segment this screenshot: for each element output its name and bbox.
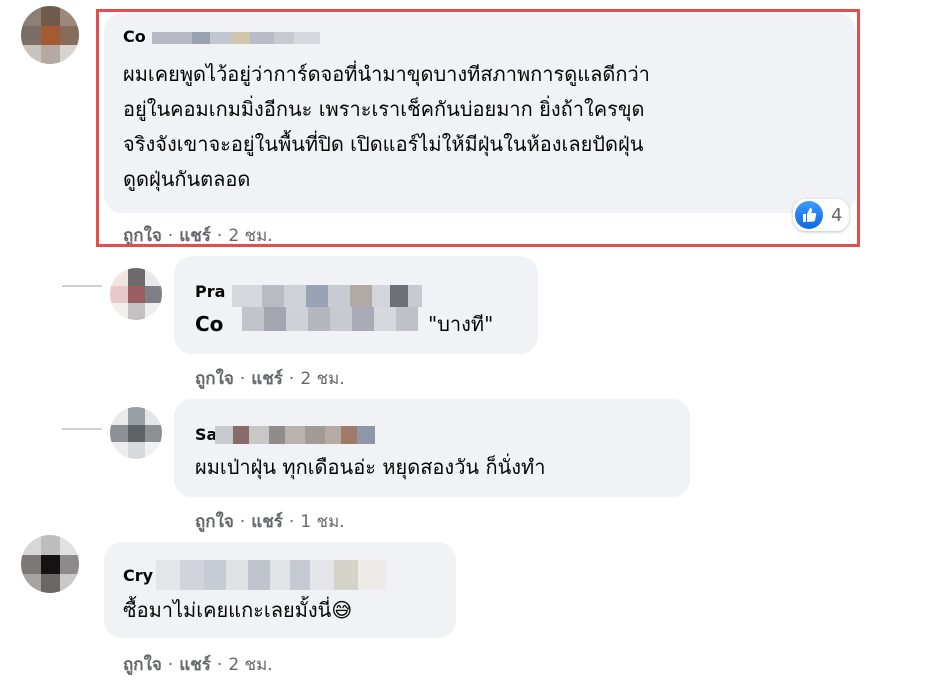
avatar-pixel xyxy=(128,407,145,425)
comment-author[interactable]: Pra xyxy=(195,282,225,301)
thread-line xyxy=(62,285,102,287)
avatar-pixel xyxy=(60,535,79,555)
avatar[interactable] xyxy=(110,407,162,459)
avatar-pixel xyxy=(128,425,145,442)
avatar-pixel xyxy=(41,45,60,64)
comment-author[interactable]: Sa xyxy=(195,425,217,444)
avatar[interactable] xyxy=(21,535,79,593)
avatar-pixel xyxy=(145,425,162,442)
separator-dot: · xyxy=(239,369,246,389)
avatar-pixel xyxy=(41,26,60,45)
avatar-pixel xyxy=(41,555,60,574)
avatar-pixel xyxy=(128,286,145,303)
avatar[interactable] xyxy=(21,6,79,64)
avatar-pixel xyxy=(21,6,41,26)
avatar-pixel xyxy=(60,555,79,574)
avatar-pixel xyxy=(21,555,41,574)
share-button[interactable]: แชร์ xyxy=(179,655,211,675)
avatar-pixel xyxy=(145,268,162,286)
avatar[interactable] xyxy=(110,268,162,320)
blurred-name xyxy=(232,285,422,337)
avatar-pixel xyxy=(128,303,145,320)
comment-text: ผมเป่าฝุ่น ทุกเดือนอ่ะ หยุดสองวัน ก็นั่ง… xyxy=(195,455,546,479)
avatar-pixel xyxy=(21,45,41,64)
avatar-pixel xyxy=(110,303,128,320)
avatar-pixel xyxy=(110,425,128,442)
comment-actions: ถูกใจ · แชร์ · 1 ชม. xyxy=(195,508,345,535)
avatar-pixel xyxy=(128,442,145,459)
avatar-pixel xyxy=(60,574,79,593)
separator-dot: · xyxy=(216,655,223,675)
separator-dot: · xyxy=(288,369,295,389)
comment-author[interactable]: Cry xyxy=(123,566,153,585)
avatar-pixel xyxy=(21,26,41,45)
comment-text: ซื้อมาไม่เคยแกะเลยมั้งนี่😅 xyxy=(123,593,352,628)
share-button[interactable]: แชร์ xyxy=(251,512,283,532)
highlight-box xyxy=(96,9,860,247)
avatar-pixel xyxy=(145,407,162,425)
comment-actions: ถูกใจ · แชร์ · 2 ชม. xyxy=(123,651,273,678)
like-button[interactable]: ถูกใจ xyxy=(123,655,162,675)
avatar-pixel xyxy=(21,574,41,593)
avatar-pixel xyxy=(128,268,145,286)
blurred-name xyxy=(156,560,386,590)
share-button[interactable]: แชร์ xyxy=(251,369,283,389)
avatar-pixel xyxy=(110,286,128,303)
separator-dot: · xyxy=(167,655,174,675)
comment-text: "บางที" xyxy=(428,312,494,336)
avatar-pixel xyxy=(21,535,41,555)
sweat-smile-emoji-icon: 😅 xyxy=(331,598,353,622)
comment-time[interactable]: 1 ชม. xyxy=(300,512,344,532)
like-button[interactable]: ถูกใจ xyxy=(195,369,234,389)
avatar-pixel xyxy=(60,6,79,26)
blurred-name xyxy=(215,426,375,444)
avatar-pixel xyxy=(145,442,162,459)
separator-dot: · xyxy=(239,512,246,532)
comment-text-content: ซื้อมาไม่เคยแกะเลยมั้งนี่ xyxy=(123,598,332,622)
avatar-pixel xyxy=(60,45,79,64)
comment-time[interactable]: 2 ชม. xyxy=(228,655,272,675)
avatar-pixel xyxy=(110,268,128,286)
avatar-pixel xyxy=(110,442,128,459)
avatar-pixel xyxy=(41,574,60,593)
separator-dot: · xyxy=(288,512,295,532)
comment-actions: ถูกใจ · แชร์ · 2 ชม. xyxy=(195,365,345,392)
avatar-pixel xyxy=(41,535,60,555)
like-button[interactable]: ถูกใจ xyxy=(195,512,234,532)
avatar-pixel xyxy=(110,407,128,425)
avatar-pixel xyxy=(41,6,60,26)
avatar-pixel xyxy=(145,303,162,320)
avatar-pixel xyxy=(60,26,79,45)
thread-line xyxy=(62,428,102,430)
comment-time[interactable]: 2 ชม. xyxy=(300,369,344,389)
mention-name[interactable]: Co xyxy=(195,307,223,342)
avatar-pixel xyxy=(145,286,162,303)
